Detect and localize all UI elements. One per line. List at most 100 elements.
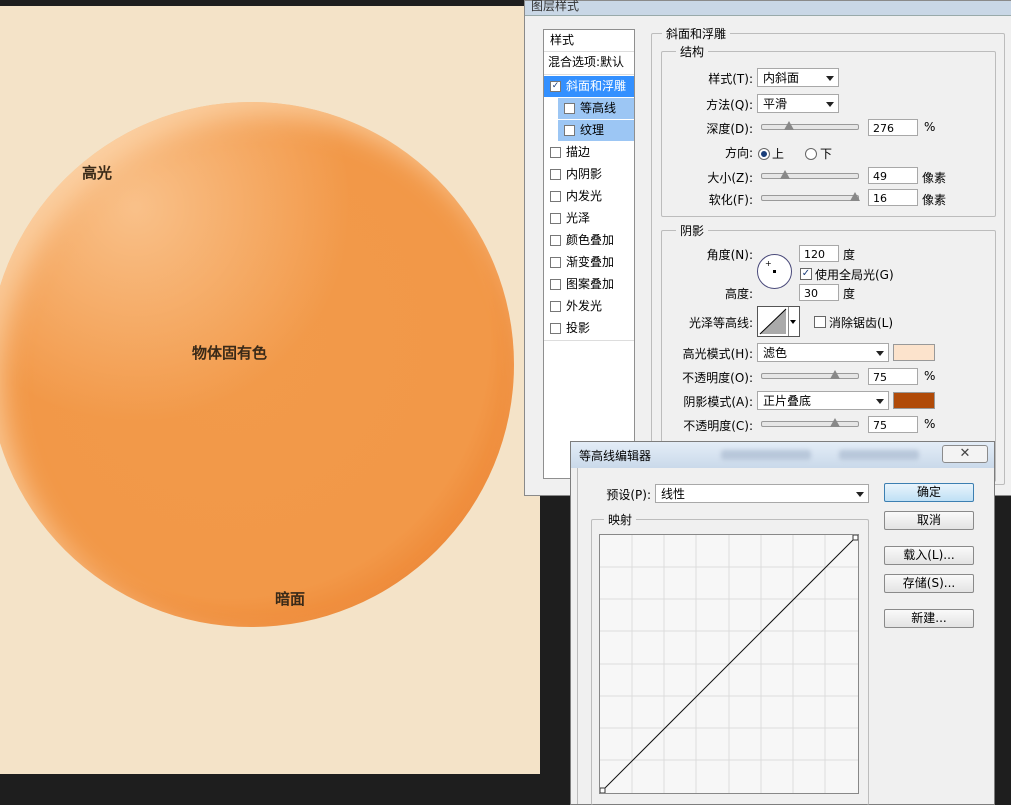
highlight-mode-select[interactable]: 滤色	[757, 343, 889, 362]
technique-label: 方法(Q):	[706, 98, 753, 112]
bevel-emboss-checkbox[interactable]: ✓	[550, 81, 561, 92]
highlight-mode-label: 高光模式(H):	[682, 347, 753, 361]
chevron-down-icon	[790, 320, 796, 324]
depth-slider[interactable]	[761, 121, 859, 130]
direction-up-radio[interactable]	[758, 148, 770, 160]
highlight-opacity-thumb[interactable]	[830, 370, 840, 379]
shadow-opacity-thumb[interactable]	[830, 418, 840, 427]
style-item-satin[interactable]: 光泽	[544, 208, 634, 229]
soften-input[interactable]: 16	[868, 189, 918, 206]
chevron-down-icon	[876, 399, 884, 404]
size-input[interactable]: 49	[868, 167, 918, 184]
close-button[interactable]: ✕	[942, 445, 988, 463]
style-item-outer-glow[interactable]: 外发光	[544, 296, 634, 317]
altitude-input[interactable]: 30	[799, 284, 839, 301]
depth-input[interactable]: 276	[868, 119, 918, 136]
highlight-color-swatch[interactable]	[893, 344, 935, 361]
label-base-color: 物体固有色	[192, 344, 268, 362]
inner-glow-checkbox[interactable]	[550, 191, 561, 202]
shadow-opacity-slider[interactable]	[761, 418, 859, 427]
shadow-mode-label: 阴影模式(A):	[683, 395, 753, 409]
angle-input[interactable]: 120	[799, 245, 839, 262]
satin-checkbox[interactable]	[550, 213, 561, 224]
technique-select[interactable]: 平滑	[757, 94, 839, 113]
global-light-checkbox[interactable]: ✓	[800, 268, 812, 280]
chevron-down-icon	[826, 76, 834, 81]
color-overlay-checkbox[interactable]	[550, 235, 561, 246]
dialog-edge	[577, 468, 578, 804]
label-highlight: 高光	[82, 164, 113, 182]
depth-slider-thumb[interactable]	[784, 121, 794, 130]
style-item-gradient-overlay[interactable]: 渐变叠加	[544, 252, 634, 273]
highlight-opacity-input[interactable]: 75	[868, 368, 918, 385]
curve-point-start	[599, 787, 606, 794]
size-slider[interactable]	[761, 170, 859, 179]
contour-curve-svg[interactable]	[599, 534, 859, 794]
blurred-region	[839, 450, 919, 460]
shadow-opacity-input[interactable]: 75	[868, 416, 918, 433]
anti-alias-label: 消除锯齿(L)	[829, 316, 894, 330]
bevel-style-select[interactable]: 内斜面	[757, 68, 839, 87]
stroke-checkbox[interactable]	[550, 147, 561, 158]
layer-style-dialog: 图层样式 样式 混合选项:默认 ✓ 斜面和浮雕 等高线 纹理 描边 内阴影 内发…	[524, 0, 1011, 496]
preset-label: 预设(P):	[606, 488, 651, 502]
soften-label: 软化(F):	[708, 193, 753, 207]
new-button[interactable]: 新建...	[884, 609, 974, 628]
anti-alias-checkbox[interactable]	[814, 316, 826, 328]
bevel-emboss-title: 斜面和浮雕	[662, 25, 731, 42]
style-item-drop-shadow[interactable]: 投影	[544, 318, 634, 339]
gradient-overlay-checkbox[interactable]	[550, 257, 561, 268]
direction-down-radio[interactable]	[805, 148, 817, 160]
outer-glow-checkbox[interactable]	[550, 301, 561, 312]
shadow-color-swatch[interactable]	[893, 392, 935, 409]
drop-shadow-checkbox[interactable]	[550, 323, 561, 334]
style-item-bevel-emboss[interactable]: ✓ 斜面和浮雕	[544, 76, 634, 97]
angle-dial[interactable]: +	[757, 254, 792, 289]
texture-checkbox[interactable]	[564, 125, 575, 136]
style-item-inner-shadow[interactable]: 内阴影	[544, 164, 634, 185]
preset-select[interactable]: 线性	[655, 484, 869, 503]
depth-unit: %	[924, 120, 936, 134]
angle-unit: 度	[843, 248, 856, 262]
global-light-label: 使用全局光(G)	[815, 268, 894, 282]
contour-editor-titlebar[interactable]: 等高线编辑器 ✕	[571, 442, 994, 468]
cancel-button[interactable]: 取消	[884, 511, 974, 530]
contour-checkbox[interactable]	[564, 103, 575, 114]
pattern-overlay-checkbox[interactable]	[550, 279, 561, 290]
highlight-opacity-label: 不透明度(O):	[682, 371, 753, 385]
style-item-texture[interactable]: 纹理	[558, 120, 634, 141]
gloss-contour-label: 光泽等高线:	[688, 316, 753, 330]
angle-crosshair-icon: +	[765, 259, 772, 268]
style-item-stroke[interactable]: 描边	[544, 142, 634, 163]
direction-down-label: 下	[820, 147, 833, 161]
structure-title: 结构	[676, 43, 709, 60]
style-item-color-overlay[interactable]: 颜色叠加	[544, 230, 634, 251]
highlight-opacity-unit: %	[924, 369, 936, 383]
soften-slider-thumb[interactable]	[850, 192, 860, 201]
blend-options[interactable]: 混合选项:默认	[544, 52, 634, 73]
ok-button[interactable]: 确定	[884, 483, 974, 502]
gloss-contour-picker[interactable]	[757, 306, 800, 337]
shadow-opacity-unit: %	[924, 417, 936, 431]
style-item-pattern-overlay[interactable]: 图案叠加	[544, 274, 634, 295]
load-button[interactable]: 载入(L)...	[884, 546, 974, 565]
close-icon: ✕	[959, 446, 971, 461]
style-item-inner-glow[interactable]: 内发光	[544, 186, 634, 207]
highlight-opacity-slider[interactable]	[761, 370, 859, 379]
shadow-mode-select[interactable]: 正片叠底	[757, 391, 889, 410]
save-button[interactable]: 存储(S)...	[884, 574, 974, 593]
contour-curve-graph[interactable]	[599, 534, 859, 794]
document-canvas[interactable]: 高光 物体固有色 暗面	[0, 6, 540, 774]
soften-unit: 像素	[922, 193, 947, 207]
inner-shadow-checkbox[interactable]	[550, 169, 561, 180]
style-item-contour[interactable]: 等高线	[558, 98, 634, 119]
size-slider-thumb[interactable]	[780, 170, 790, 179]
chevron-down-icon	[856, 492, 864, 497]
blurred-region	[721, 450, 811, 460]
label-shadow: 暗面	[275, 590, 306, 608]
styles-header[interactable]: 样式	[544, 30, 634, 51]
direction-label: 方向:	[724, 146, 753, 160]
contour-editor-dialog: 等高线编辑器 ✕ 预设(P): 线性 映射 确定 取消 载入(L)... 存储(…	[570, 441, 995, 805]
soften-slider[interactable]	[761, 192, 860, 201]
layer-style-titlebar[interactable]: 图层样式	[525, 0, 1011, 16]
